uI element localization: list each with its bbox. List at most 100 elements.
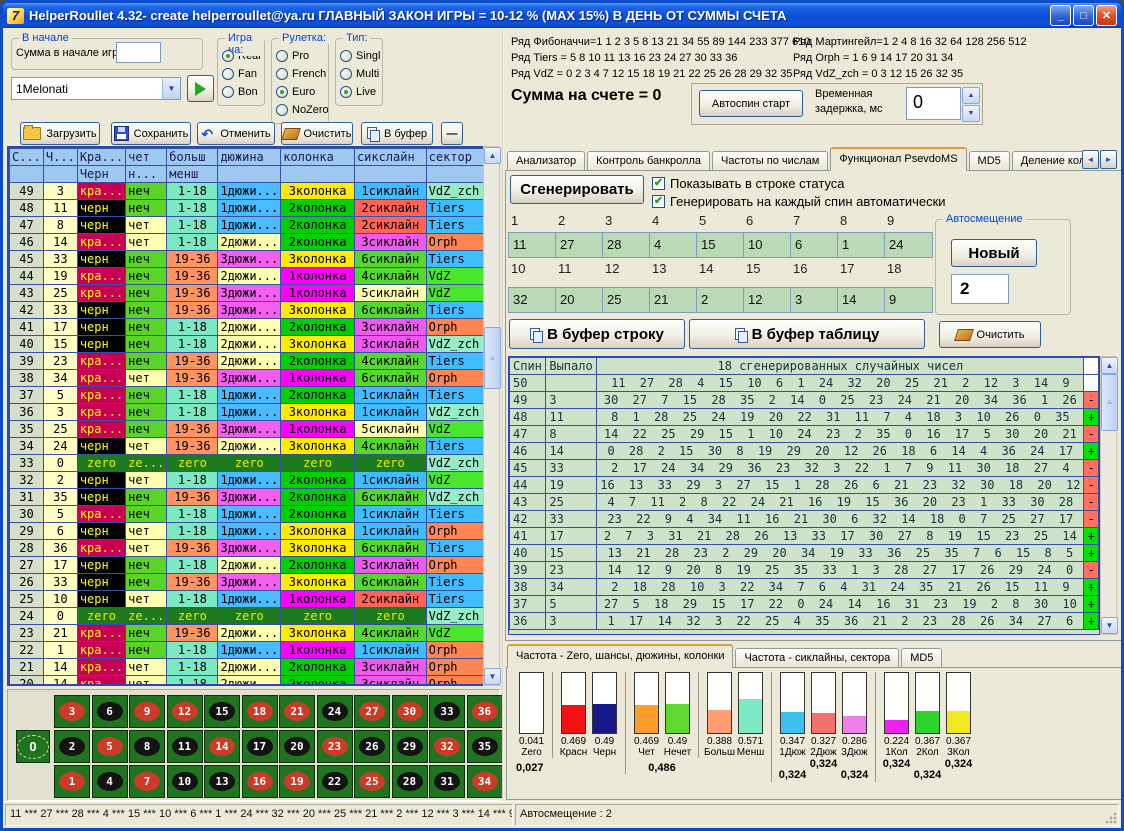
radio-multi[interactable]: Multi	[340, 65, 382, 83]
strip-cell[interactable]: 10	[744, 233, 791, 257]
table-row[interactable]: 2510чернчет1-181дюжи...1колонка2сиклайнT…	[10, 591, 498, 608]
history-column-header[interactable]: сикслайн	[354, 149, 426, 166]
generated-column-header[interactable]: Выпало	[546, 358, 597, 375]
history-column-header[interactable]	[43, 166, 77, 183]
board-cell[interactable]: 32	[429, 730, 465, 763]
table-row[interactable]: 46140 28 2 15 30 8 19 29 20 12 26 18 6 1…	[510, 443, 1099, 460]
board-cell[interactable]: 20	[279, 730, 315, 763]
board-cell[interactable]: 16	[242, 765, 278, 798]
board-cell[interactable]: 23	[317, 730, 353, 763]
radio-live[interactable]: Live	[340, 83, 382, 101]
toolbar-open-folder-button[interactable]: Загрузить	[20, 122, 100, 145]
tab-scroll-left-icon[interactable]: ◄	[1082, 150, 1099, 169]
scroll-thumb[interactable]: ≡	[1101, 374, 1118, 431]
board-cell[interactable]: 26	[354, 730, 390, 763]
strip-cell[interactable]: 3	[791, 288, 838, 312]
history-column-header[interactable]	[10, 166, 44, 183]
radio-euro[interactable]: Euro	[276, 83, 328, 101]
table-row[interactable]: 2836кра...чет19-363дюжи...3колонка6сикла…	[10, 540, 498, 557]
delay-spinner[interactable]: 0 ▲ ▼	[906, 87, 980, 122]
board-cell[interactable]: 7	[129, 765, 165, 798]
strip-cell[interactable]: 15	[697, 233, 744, 257]
board-cell[interactable]: 34	[467, 765, 503, 798]
table-row[interactable]: 375кра...неч1-181дюжи...2колонка1сиклайн…	[10, 387, 498, 404]
table-row[interactable]: 4811черннеч1-181дюжи...2колонка2сиклайнT…	[10, 200, 498, 217]
table-row[interactable]: 41172 7 3 31 21 28 26 13 33 17 30 27 8 1…	[510, 528, 1099, 545]
scroll-up-icon[interactable]: ▲	[1101, 357, 1118, 374]
history-column-header[interactable]	[281, 166, 355, 183]
table-row[interactable]: 305кра...неч1-181дюжи...2колонка1сиклайн…	[10, 506, 498, 523]
strip-cell[interactable]: 32	[509, 288, 556, 312]
history-table[interactable]: С...Ч...Кра...четбольшдюжинаколонкасиксл…	[7, 146, 500, 686]
table-row[interactable]: 5011 27 28 4 15 10 6 1 24 32 20 25 21 2 …	[510, 375, 1099, 392]
board-cell[interactable]: 22	[317, 765, 353, 798]
table-row[interactable]: 37527 5 18 29 15 17 22 0 24 14 16 31 23 …	[510, 596, 1099, 613]
table-row[interactable]: 3424чернчет19-362дюжи...3колонка4сиклайн…	[10, 438, 498, 455]
table-row[interactable]: 401513 21 28 23 2 29 20 34 19 33 36 25 3…	[510, 545, 1099, 562]
toolbar-save-disk-button[interactable]: Сохранить	[111, 122, 191, 145]
strip-cell[interactable]: 28	[603, 233, 650, 257]
delay-input[interactable]: 0	[906, 87, 961, 120]
generated-table[interactable]: СпинВыпало18 сгенерированных случайных ч…	[508, 356, 1100, 635]
table-row[interactable]: 330zeroze...zerozerozerozeroVdZ_zch	[10, 455, 498, 472]
minimize-icon[interactable]: _	[1050, 5, 1071, 26]
board-cell[interactable]: 2	[54, 730, 90, 763]
board-cell[interactable]: 19	[279, 765, 315, 798]
table-row[interactable]: 3631 17 14 32 3 22 25 4 35 36 21 2 23 28…	[510, 613, 1099, 630]
board-cell[interactable]: 17	[242, 730, 278, 763]
board-cell[interactable]: 14	[204, 730, 240, 763]
checkbox-checked-icon[interactable]	[652, 195, 665, 208]
profile-combobox[interactable]: 1Melonati ▼	[11, 77, 181, 100]
scroll-down-icon[interactable]: ▼	[1101, 617, 1118, 634]
table-row[interactable]: 4325кра...неч19-363дюжи...1колонка5сикла…	[10, 285, 498, 302]
tab-scroll-right-icon[interactable]: ►	[1100, 150, 1117, 169]
table-row[interactable]: 45332 17 24 34 29 36 23 32 3 22 1 7 9 11…	[510, 460, 1099, 477]
autospin-start-button[interactable]: Автоспин старт	[699, 90, 803, 117]
table-row[interactable]: 47814 22 25 29 15 1 10 24 23 2 35 0 16 1…	[510, 426, 1099, 443]
table-row[interactable]: 296чернчет1-181дюжи...3колонка1сиклайнOr…	[10, 523, 498, 540]
main-tab-5[interactable]: MD5	[969, 151, 1010, 171]
resize-grip-icon[interactable]	[1105, 812, 1117, 824]
strip-cell[interactable]: 24	[885, 233, 932, 257]
checkbox-checked-icon[interactable]	[652, 177, 665, 190]
board-cell[interactable]: 27	[354, 695, 390, 728]
board-cell-zero[interactable]: 0	[16, 730, 50, 763]
spin-down-icon[interactable]: ▼	[962, 105, 980, 122]
history-column-header[interactable]: С...	[10, 149, 44, 166]
history-column-header[interactable]: больш	[167, 149, 218, 166]
table-row[interactable]: 4015черннеч1-182дюжи...3колонка3сиклайнV…	[10, 336, 498, 353]
table-row[interactable]: 3525кра...неч19-363дюжи...1колонка5сикла…	[10, 421, 498, 438]
strip-cell[interactable]: 27	[556, 233, 603, 257]
table-row[interactable]: 478чернчет1-181дюжи...2колонка2сиклайнTi…	[10, 217, 498, 234]
history-column-header[interactable]: дюжина	[218, 149, 281, 166]
radio-bon[interactable]: Bon	[222, 83, 264, 101]
toolbar-brush-button[interactable]: Очистить	[281, 122, 353, 145]
table-row[interactable]: 322чернчет1-181дюжи...2колонка1сиклайнVd…	[10, 472, 498, 489]
collapse-button[interactable]: —	[441, 122, 463, 145]
strip-cell[interactable]: 21	[650, 288, 697, 312]
history-column-header[interactable]: чет	[126, 149, 167, 166]
board-cell[interactable]: 18	[242, 695, 278, 728]
board-cell[interactable]: 3	[54, 695, 90, 728]
strip-cell[interactable]: 12	[744, 288, 791, 312]
history-column-header[interactable]: Черн	[77, 166, 125, 183]
board-cell[interactable]: 10	[167, 765, 203, 798]
table-row[interactable]: 3923кра...неч19-362дюжи...2колонка4сикла…	[10, 353, 498, 370]
scroll-up-icon[interactable]: ▲	[484, 147, 501, 164]
strip-cell[interactable]: 11	[509, 233, 556, 257]
table-row[interactable]: 43254 7 11 2 8 22 24 21 16 19 15 36 20 2…	[510, 494, 1099, 511]
board-cell[interactable]: 4	[92, 765, 128, 798]
strip-cell[interactable]: 1	[838, 233, 885, 257]
toolbar-copy-button[interactable]: В буфер	[361, 122, 433, 145]
radio-singl[interactable]: Singl	[340, 47, 382, 65]
board-cell[interactable]: 11	[167, 730, 203, 763]
history-column-header[interactable]: колонка	[281, 149, 355, 166]
table-row[interactable]: 392314 12 9 20 8 19 25 35 33 1 3 28 27 1…	[510, 562, 1099, 579]
board-cell[interactable]: 21	[279, 695, 315, 728]
board-cell[interactable]: 5	[92, 730, 128, 763]
maximize-icon[interactable]: □	[1073, 5, 1094, 26]
board-cell[interactable]: 15	[204, 695, 240, 728]
generate-button[interactable]: Сгенерировать	[510, 175, 644, 204]
table-row[interactable]: 48118 1 28 25 24 19 20 22 31 11 7 4 18 3…	[510, 409, 1099, 426]
toolbar-undo-button[interactable]: ↶Отменить	[197, 122, 275, 145]
